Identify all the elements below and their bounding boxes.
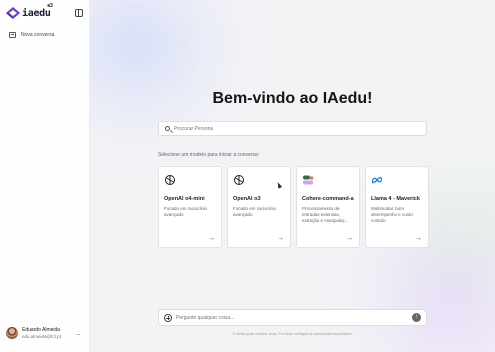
card-description: Focado em raciocínio avançado [164,206,208,217]
card-name: OpenAI o4-mini [164,196,205,202]
sidebar: iaedu e3 Nova conversa Eduardo Almeida e… [0,0,90,352]
user-email: edu.almeida@fct.pt [22,334,61,339]
disclaimer: O IAedu pode cometer erros. Por favor, v… [232,332,353,336]
page-title: Bem-vindo ao IAedu! [212,90,373,107]
more-options-icon[interactable]: ... [76,330,81,337]
card-description: Processamento de entradas extensas, extr… [302,206,349,223]
chat-icon [9,32,16,38]
toggle-sidebar-icon[interactable] [75,9,83,17]
new-chat-label: Nova conversa [21,32,55,38]
arrow-right-icon: → [415,235,422,242]
logo-superscript: e3 [47,3,53,9]
card-name: Llama 4 - Maverick [371,196,420,202]
logo-icon [6,7,20,19]
persona-search[interactable] [158,121,427,136]
avatar [6,327,18,339]
arrow-right-icon: → [346,235,353,242]
prompt-input[interactable] [176,314,408,321]
arrow-right-icon: → [208,235,215,242]
model-cards: OpenAI o4-mini Focado em raciocínio avan… [158,166,429,248]
attach-plus-icon[interactable] [164,313,172,322]
prompt-bar: ↑ [158,309,427,326]
model-card-o4-mini[interactable]: OpenAI o4-mini Focado em raciocínio avan… [158,166,222,248]
user-name: Eduardo Almeida [22,327,61,333]
logo-text: iaedu e3 [22,3,53,19]
select-model-label: Selecione um modelo para iniciar a conve… [158,152,260,158]
model-card-o3[interactable]: OpenAI o3 Focado em raciocínio avançado … [227,166,291,248]
iaedu-logo[interactable]: iaedu e3 [6,3,53,20]
user-profile[interactable]: Eduardo Almeida edu.almeida@fct.pt ... [6,327,86,339]
cohere-icon [303,175,314,185]
arrow-right-icon: → [277,235,284,242]
main-content: Bem-vindo ao IAedu! Selecione um modelo … [90,0,495,352]
user-info: Eduardo Almeida edu.almeida@fct.pt [22,327,61,339]
model-card-cohere[interactable]: Cohere-command-a Processamento de entrad… [296,166,360,248]
card-description: Focado em raciocínio avançado [233,206,277,217]
new-chat-button[interactable]: Nova conversa [9,32,54,38]
card-description: Multimodal, bom desempenho e custo conti… [371,206,413,223]
openai-icon [234,175,244,185]
card-name: OpenAI o3 [233,196,261,202]
send-button[interactable]: ↑ [412,313,421,322]
openai-icon [165,175,175,185]
search-icon [165,126,170,131]
card-name: Cohere-command-a [302,196,354,202]
model-card-llama[interactable]: Llama 4 - Maverick Multimodal, bom desem… [365,166,429,248]
search-input[interactable] [174,125,374,132]
meta-icon [371,177,383,184]
